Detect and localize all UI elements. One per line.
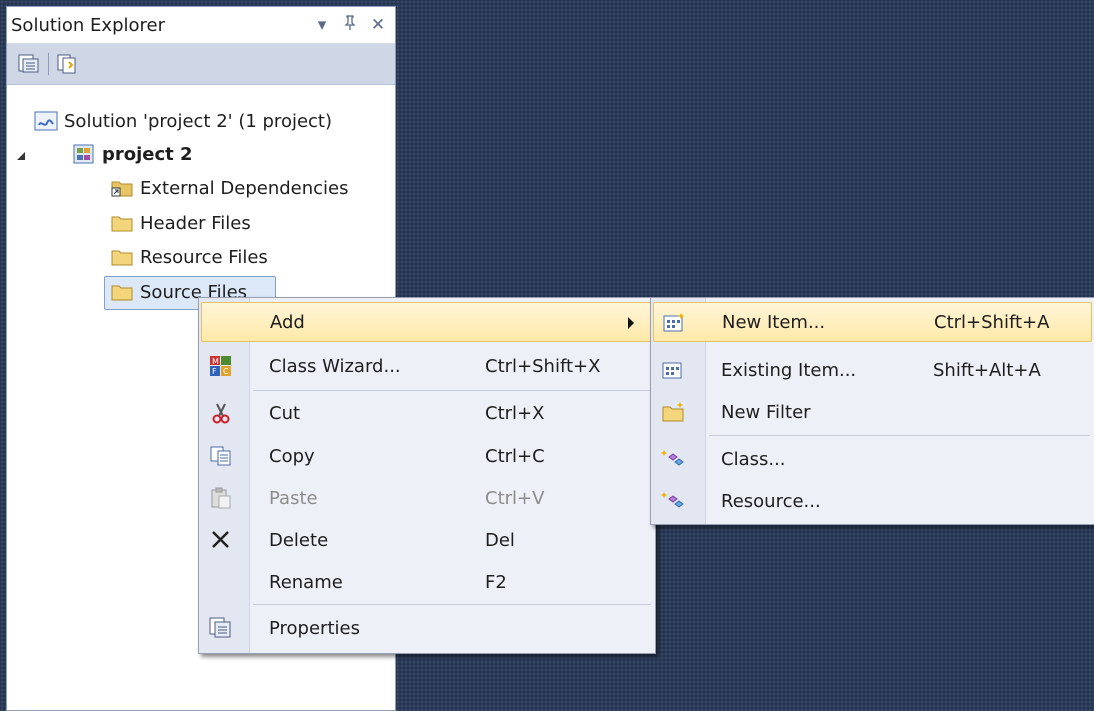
menu-separator	[709, 435, 1090, 436]
menu-item-shortcut: Ctrl+C	[485, 445, 545, 467]
expand-collapse-icon[interactable]	[17, 152, 25, 160]
menu-item-cut[interactable]: Cut Ctrl+X	[201, 393, 653, 433]
add-class-icon	[661, 450, 684, 466]
add-submenu: New Item... Ctrl+Shift+A Existing Item..…	[650, 297, 1094, 525]
properties-icon	[209, 617, 231, 638]
panel-toolbar	[7, 44, 395, 85]
menu-item-add[interactable]: Add	[201, 302, 653, 342]
menu-separator	[253, 390, 651, 391]
paste-icon	[211, 487, 231, 509]
new-folder-icon	[662, 402, 684, 422]
folder-icon	[111, 216, 133, 232]
menu-item-shortcut: Shift+Alt+A	[933, 359, 1041, 381]
svg-text:M: M	[212, 357, 219, 366]
menu-item-label: New Item...	[722, 311, 826, 333]
menu-item-delete[interactable]: Delete Del	[201, 520, 653, 560]
menu-item-shortcut: F2	[485, 571, 507, 593]
tree-item-project[interactable]: project 2	[72, 138, 193, 170]
solution-icon	[34, 111, 58, 131]
pin-icon[interactable]	[339, 14, 361, 36]
submenu-item-existing-item[interactable]: Existing Item... Shift+Alt+A	[653, 350, 1092, 390]
submenu-arrow-icon	[628, 317, 634, 329]
menu-item-shortcut: Ctrl+Shift+X	[485, 355, 601, 377]
menu-item-label: Paste	[269, 487, 318, 509]
menu-item-paste[interactable]: Paste Ctrl+V	[201, 478, 653, 518]
add-resource-icon	[661, 492, 684, 508]
new-item-icon	[663, 313, 684, 332]
menu-item-rename[interactable]: Rename F2	[201, 562, 653, 602]
folder-icon	[111, 250, 133, 266]
menu-item-label: Class Wizard...	[269, 355, 401, 377]
menu-item-label: Delete	[269, 529, 329, 551]
menu-item-properties[interactable]: Properties	[201, 608, 653, 648]
submenu-item-new-item[interactable]: New Item... Ctrl+Shift+A	[653, 302, 1092, 342]
project-label: project 2	[102, 143, 193, 165]
copy-icon	[210, 446, 231, 466]
close-icon[interactable]: ✕	[367, 15, 389, 35]
tree-item-label: External Dependencies	[140, 177, 349, 199]
solution-label: Solution 'project 2' (1 project)	[64, 110, 333, 132]
menu-item-label: Cut	[269, 402, 301, 424]
menu-item-shortcut: Ctrl+V	[485, 487, 545, 509]
existing-item-icon	[662, 362, 682, 379]
panel-header: Solution Explorer ▾ ✕	[7, 7, 395, 44]
tree-item-header-files[interactable]: Header Files	[110, 207, 251, 239]
menu-separator	[253, 604, 651, 605]
tree-item-label: Header Files	[140, 212, 251, 234]
external-dependencies-icon	[111, 181, 133, 197]
folder-icon	[111, 285, 133, 301]
menu-item-label: Properties	[269, 617, 360, 639]
menu-item-shortcut: Ctrl+Shift+A	[934, 311, 1050, 333]
context-menu: Add M F C Class Wizard... Ctrl+Shift+X C…	[198, 297, 656, 654]
toolbar-separator	[48, 53, 49, 75]
cpp-project-icon	[73, 144, 94, 164]
menu-item-label: Class...	[721, 448, 786, 470]
mfc-class-wizard-icon: M F C	[210, 356, 231, 376]
menu-item-label: Rename	[269, 571, 343, 593]
menu-item-copy[interactable]: Copy Ctrl+C	[201, 436, 653, 476]
show-all-files-icon[interactable]	[54, 50, 82, 78]
submenu-item-resource[interactable]: Resource...	[653, 481, 1092, 521]
menu-item-label: Resource...	[721, 490, 821, 512]
svg-text:C: C	[223, 367, 229, 376]
delete-x-icon	[212, 531, 229, 548]
tree-item-external-dependencies[interactable]: External Dependencies	[110, 172, 349, 204]
submenu-item-new-filter[interactable]: New Filter	[653, 392, 1092, 432]
svg-text:F: F	[212, 367, 217, 376]
submenu-item-class[interactable]: Class...	[653, 439, 1092, 479]
properties-icon[interactable]	[15, 50, 43, 78]
menu-item-shortcut: Ctrl+X	[485, 402, 545, 424]
scissors-icon	[212, 403, 230, 424]
tree-item-solution[interactable]: Solution 'project 2' (1 project)	[34, 105, 332, 137]
menu-item-label: Copy	[269, 445, 315, 467]
panel-title: Solution Explorer	[11, 14, 165, 36]
menu-item-label: Add	[270, 311, 305, 333]
dropdown-arrow-icon[interactable]: ▾	[311, 15, 333, 35]
menu-item-class-wizard[interactable]: M F C Class Wizard... Ctrl+Shift+X	[201, 346, 653, 386]
tree-item-label: Resource Files	[140, 246, 268, 268]
tree-item-resource-files[interactable]: Resource Files	[110, 241, 268, 273]
menu-item-label: Existing Item...	[721, 359, 857, 381]
menu-item-label: New Filter	[721, 401, 811, 423]
menu-item-shortcut: Del	[485, 529, 515, 551]
